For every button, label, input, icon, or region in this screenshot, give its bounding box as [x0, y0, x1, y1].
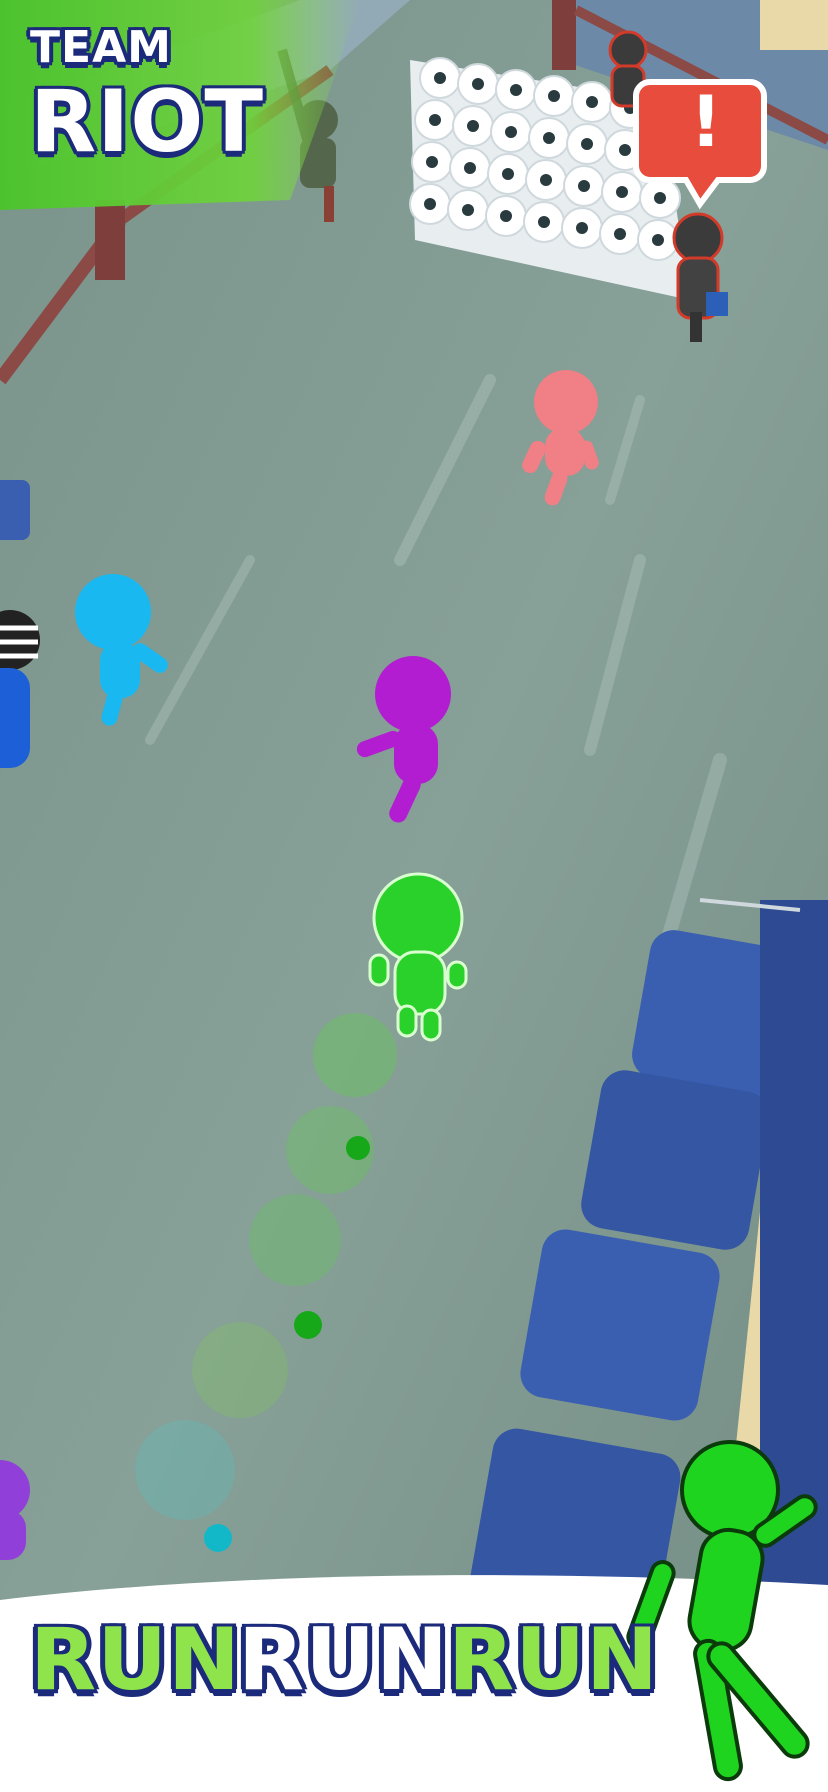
team-banner: TEAM RIOT [0, 0, 360, 210]
tagline-word-3: RUN [448, 1610, 660, 1710]
alert-symbol: ! [690, 81, 722, 163]
bench-left [0, 480, 30, 540]
team-label: TEAM [30, 22, 172, 73]
game-scene [0, 0, 828, 1792]
riot-label: RIOT [30, 72, 264, 172]
right-wall-edge [760, 0, 828, 50]
tagline-word-1: RUN [30, 1610, 242, 1710]
post-right [552, 0, 576, 70]
post-left [95, 200, 125, 280]
tagline-word-2: RUN [238, 1610, 450, 1710]
